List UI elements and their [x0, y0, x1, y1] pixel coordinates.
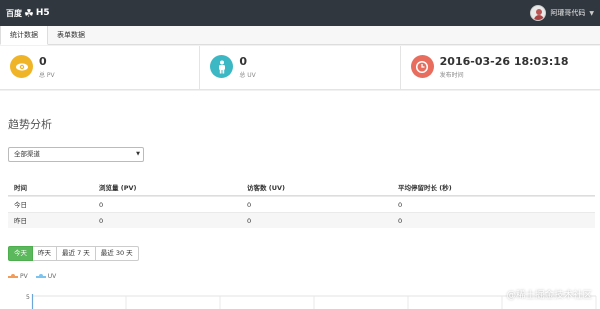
table-cell: 今日: [14, 201, 27, 209]
table-header: 访客数 (UV): [247, 184, 286, 192]
channel-select[interactable]: 全部渠道 ▼: [8, 147, 144, 162]
baidu-h5-logo[interactable]: 百度 ☘ H5: [6, 6, 50, 20]
stat-value: 2016-03-26 18:03:18: [439, 55, 569, 68]
legend-item-pv[interactable]: PV: [8, 273, 28, 280]
stat-value: 0: [239, 55, 247, 68]
legend-label: PV: [20, 273, 28, 280]
eye-icon: [10, 55, 33, 78]
logo-text: 百度: [6, 8, 22, 18]
table-cell: 0: [398, 201, 403, 209]
table-row: 昨日 0 0 0: [8, 212, 595, 228]
chart-legend: PV UV: [8, 273, 56, 280]
tab-bar: 统计数据 表单数据: [0, 26, 600, 45]
table-header: 时间: [14, 184, 27, 192]
legend-item-uv[interactable]: UV: [35, 273, 57, 280]
chevron-down-icon[interactable]: ▼: [589, 10, 594, 17]
table-header: 浏览量 (PV): [99, 184, 137, 192]
table-header-row: 时间 浏览量 (PV) 访客数 (UV) 平均停留时长 (秒): [8, 180, 595, 196]
person-icon: [210, 55, 234, 78]
stat-label: 总 UV: [239, 72, 256, 79]
avatar[interactable]: [530, 5, 547, 21]
legend-label: UV: [47, 273, 57, 280]
legend-line-icon: [35, 274, 46, 278]
stat-publish-time: 2016-03-26 18:03:18 发布时间: [401, 46, 600, 89]
trend-content: 趋势分析 全部渠道 ▼ 时间 浏览量 (PV) 访客数 (UV) 平均停留时长 …: [0, 91, 600, 309]
table-header: 平均停留时长 (秒): [398, 184, 452, 192]
paw-icon: ☘: [24, 6, 34, 20]
table-cell: 0: [247, 217, 252, 225]
y-tick-label: 5: [26, 294, 30, 301]
range-7-days-button[interactable]: 最近 7 天: [57, 246, 96, 261]
range-yesterday-button[interactable]: 昨天: [33, 246, 57, 261]
date-range-buttons: 今天 昨天 最近 7 天 最近 30 天: [8, 246, 139, 261]
channel-select-value: 全部渠道: [14, 150, 40, 158]
stat-total-pv: 0 总 PV: [0, 46, 201, 89]
table-row: 今日 0 0 0: [8, 196, 595, 212]
logo-suffix: H5: [35, 8, 50, 18]
table-cell: 昨日: [14, 217, 27, 225]
table-cell: 0: [99, 201, 104, 209]
table-cell: 0: [398, 217, 403, 225]
tab-form-data[interactable]: 表单数据: [48, 26, 94, 45]
stat-label: 发布时间: [439, 72, 464, 79]
range-30-days-button[interactable]: 最近 30 天: [95, 246, 139, 261]
chevron-down-icon: ▼: [136, 151, 140, 157]
table-cell: 0: [247, 201, 252, 209]
section-title: 趋势分析: [8, 118, 52, 131]
clock-icon: [410, 55, 434, 78]
user-menu[interactable]: 阿瓘哥代码 ▼: [530, 4, 594, 22]
stat-label: 总 PV: [39, 72, 55, 79]
watermark-text: @稀土掘金技术社区: [506, 290, 592, 301]
stat-total-uv: 0 总 UV: [200, 46, 401, 89]
stat-value: 0: [39, 55, 47, 68]
user-name[interactable]: 阿瓘哥代码: [550, 8, 585, 18]
table-cell: 0: [99, 217, 104, 225]
top-navbar: 百度 ☘ H5 阿瓘哥代码 ▼: [0, 0, 600, 26]
stats-table: 时间 浏览量 (PV) 访客数 (UV) 平均停留时长 (秒) 今日 0 0 0…: [8, 180, 595, 228]
stats-panel: 0 总 PV 0 总 UV 2016-03-26 18:03:18 发布时间: [0, 46, 600, 90]
range-today-button[interactable]: 今天: [8, 246, 33, 261]
legend-line-icon: [8, 274, 18, 278]
tab-statistics[interactable]: 统计数据: [0, 26, 48, 45]
